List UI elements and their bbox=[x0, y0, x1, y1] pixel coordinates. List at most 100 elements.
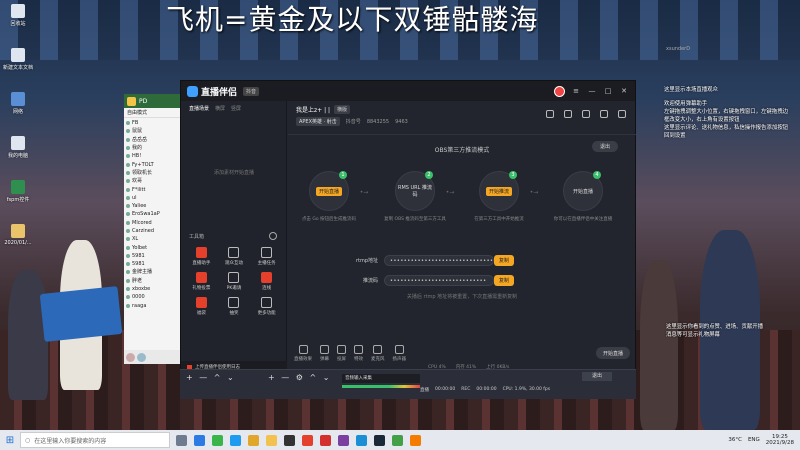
desktop-icon-excel[interactable]: fspm控件 bbox=[0, 180, 36, 216]
chrome-icon[interactable] bbox=[248, 434, 259, 446]
list-item[interactable]: ul bbox=[126, 194, 182, 202]
tool-link[interactable]: 连线 bbox=[250, 272, 283, 291]
rtmp-input[interactable]: •••••••••••••••••••••••••••••••••• bbox=[384, 255, 507, 266]
exit-button[interactable]: 退出 bbox=[592, 141, 618, 152]
desktop-icon-text-doc[interactable]: 新建文本文档 bbox=[0, 48, 36, 84]
list-item[interactable]: HB! bbox=[126, 152, 182, 160]
tool-lucky-bag[interactable]: 福袋 bbox=[185, 297, 218, 316]
steam-icon[interactable] bbox=[374, 434, 385, 446]
list-item[interactable]: 5981 bbox=[126, 252, 182, 260]
list-item[interactable]: 胖老 bbox=[126, 277, 182, 285]
game-icon[interactable] bbox=[338, 434, 349, 446]
desktop-icon-network[interactable]: 网络 bbox=[0, 92, 36, 128]
background-person bbox=[640, 260, 678, 430]
speaker-button[interactable]: 扬声器 bbox=[393, 344, 406, 362]
cast-button[interactable]: 投屏 bbox=[337, 344, 346, 362]
tab-landscape[interactable]: 横屏 bbox=[215, 105, 225, 112]
list-item[interactable]: EroSwa1aP bbox=[126, 210, 182, 218]
task-view-icon[interactable] bbox=[176, 434, 187, 446]
tool-gift-vote[interactable]: 礼物投票 bbox=[185, 272, 218, 291]
stream-key-label: 推流码 bbox=[362, 278, 378, 284]
close-icon[interactable]: ✕ bbox=[619, 86, 629, 96]
language-indicator[interactable]: ENG bbox=[748, 437, 760, 443]
tab-scenes[interactable]: 直播场景 bbox=[189, 105, 209, 112]
step-label[interactable]: 开始直播 bbox=[315, 186, 342, 196]
tool-audience[interactable]: 观众互动 bbox=[218, 247, 251, 266]
obs-panel: + — ^ ⌄ + — ⚙ ^ ⌄ 音频输入采集 直播 00:00:00 REC 0… bbox=[180, 369, 636, 399]
list-item[interactable]: 欢哥 bbox=[126, 177, 182, 185]
list-item[interactable]: F*ilitt bbox=[126, 185, 182, 193]
list-item[interactable]: 0000 bbox=[126, 293, 182, 301]
bell-icon[interactable] bbox=[600, 110, 608, 118]
more-icon[interactable] bbox=[618, 110, 626, 118]
scene-controls[interactable]: + — ^ ⌄ bbox=[186, 373, 236, 382]
list-item[interactable]: 金牌主播 bbox=[126, 268, 182, 276]
chat-mode-tab[interactable]: 自由模式 bbox=[124, 108, 184, 118]
wechat-icon[interactable] bbox=[212, 434, 223, 446]
qq-icon[interactable] bbox=[230, 434, 241, 446]
effects-button[interactable]: 特效 bbox=[354, 344, 363, 362]
browser-icon[interactable] bbox=[194, 434, 205, 446]
obs-exit-button[interactable]: 退出 bbox=[582, 372, 612, 381]
source-controls[interactable]: + — ⚙ ^ ⌄ bbox=[268, 373, 331, 382]
minimize-icon[interactable]: — bbox=[587, 86, 597, 96]
stream-key-input[interactable]: •••••••••••••••••••••••••••• bbox=[384, 275, 494, 286]
avatar[interactable] bbox=[137, 352, 146, 362]
list-item[interactable]: Mlcored bbox=[126, 219, 182, 227]
list-item[interactable]: 5981 bbox=[126, 260, 182, 268]
list-item[interactable]: 鼠鼠 bbox=[126, 127, 182, 135]
list-item[interactable]: FB bbox=[126, 119, 182, 127]
share-icon[interactable] bbox=[546, 110, 554, 118]
taskbar-search[interactable]: ○ 在这里输入你要搜索的内容 bbox=[20, 432, 170, 448]
list-item[interactable]: 岳岳岳 bbox=[126, 136, 182, 144]
menu-icon[interactable]: ≡ bbox=[571, 86, 581, 96]
live-effect-button[interactable]: 直播效果 bbox=[294, 344, 312, 362]
windows-start-icon[interactable]: ⊞ bbox=[0, 430, 20, 450]
list-item[interactable]: 领取机长 bbox=[126, 169, 182, 177]
list-item[interactable]: raaga bbox=[126, 302, 182, 310]
list-item[interactable]: XL bbox=[126, 235, 182, 243]
maximize-icon[interactable]: □ bbox=[603, 86, 613, 96]
danmaku-button[interactable]: 弹幕 bbox=[320, 344, 329, 362]
tool-live-assistant[interactable]: 直播助手 bbox=[185, 247, 218, 266]
gift-box-icon[interactable] bbox=[564, 110, 572, 118]
desktop-icon-computer[interactable]: 我的电脑 bbox=[0, 136, 36, 172]
copy-key-button[interactable]: 复制 bbox=[494, 275, 514, 286]
toolbox-grid: 直播助手 观众互动 主播任务 礼物投票 PK邀请 连线 福袋 抽奖 更多功能 bbox=[185, 247, 283, 316]
music-icon[interactable] bbox=[320, 434, 331, 446]
app-icon[interactable] bbox=[410, 434, 421, 446]
tool-more[interactable]: 更多功能 bbox=[250, 297, 283, 316]
tool-tasks[interactable]: 主播任务 bbox=[250, 247, 283, 266]
category-pill[interactable]: APEX英雄 · 射击 bbox=[296, 117, 340, 126]
shop-icon[interactable] bbox=[582, 110, 590, 118]
tool-pk[interactable]: PK邀请 bbox=[218, 272, 251, 291]
avatar[interactable] bbox=[126, 352, 135, 362]
start-live-button[interactable]: 开始直播 bbox=[596, 347, 630, 359]
step-number: 1 bbox=[339, 171, 347, 179]
copy-rtmp-button[interactable]: 复制 bbox=[494, 255, 514, 266]
edge-icon[interactable] bbox=[356, 434, 367, 446]
clock[interactable]: 19:25 2021/9/28 bbox=[766, 434, 794, 446]
step-caption: 你可以在直播伴侣中关注直播 bbox=[553, 217, 613, 222]
folder-icon[interactable] bbox=[266, 434, 277, 446]
list-item[interactable]: Carzined bbox=[126, 227, 182, 235]
live-app-icon[interactable] bbox=[302, 434, 313, 446]
list-item[interactable]: Yolbet bbox=[126, 243, 182, 251]
settings-icon[interactable] bbox=[269, 232, 277, 240]
desktop-icon-recycle-bin[interactable]: 回收站 bbox=[0, 4, 36, 40]
list-item[interactable]: 我的 bbox=[126, 144, 182, 152]
list-item[interactable]: Fy+TOLT bbox=[126, 160, 182, 168]
app-icon[interactable] bbox=[392, 434, 403, 446]
weather[interactable]: 36°C bbox=[728, 437, 742, 443]
obs-icon[interactable] bbox=[284, 434, 295, 446]
avatar[interactable] bbox=[554, 85, 565, 97]
list-item[interactable]: Yaliee bbox=[126, 202, 182, 210]
room-tag[interactable]: 横版 bbox=[334, 105, 351, 114]
microphone-button[interactable]: 麦克风 bbox=[371, 344, 385, 362]
tool-lottery[interactable]: 抽奖 bbox=[218, 297, 251, 316]
stream-headline: 飞机=黄金及以下双锤骷髅海 bbox=[166, 3, 539, 36]
effect-icon bbox=[298, 344, 308, 354]
desktop-icon-folder[interactable]: 2020/01/... bbox=[0, 224, 36, 260]
tab-portrait[interactable]: 竖屏 bbox=[231, 105, 241, 112]
list-item[interactable]: xboxbe bbox=[126, 285, 182, 293]
